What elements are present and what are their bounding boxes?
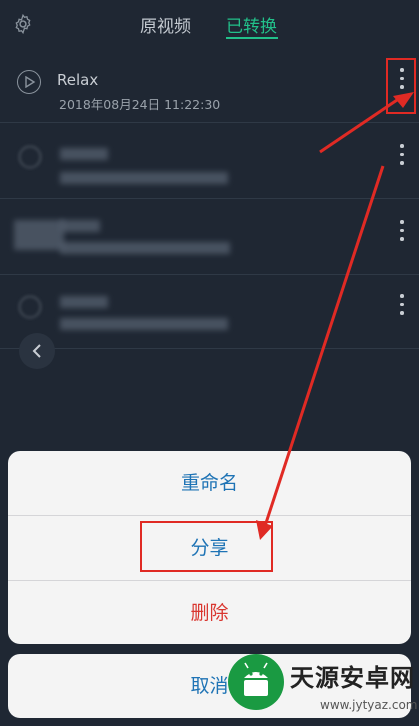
annotation-arrows	[256, 92, 414, 540]
watermark-url: www.jytyaz.com	[320, 698, 418, 712]
watermark-name: 天源安卓网	[290, 664, 415, 692]
watermark: 天源安卓网 www.jytyaz.com	[222, 646, 419, 726]
android-logo-icon	[228, 654, 284, 710]
